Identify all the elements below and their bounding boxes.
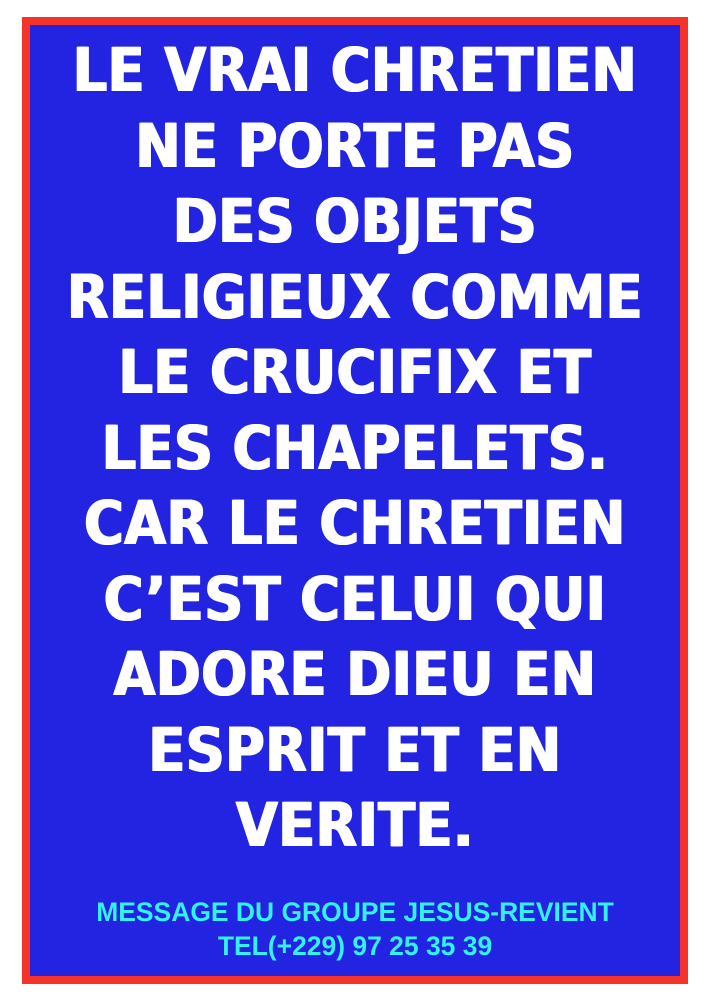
message-line-8: C’EST CELUI QUI <box>103 563 607 635</box>
message-line-5: LE CRUCIFIX ET <box>118 337 592 408</box>
message-line-4: RELIGIEUX COMME <box>67 261 643 333</box>
message-line-9: ADORE DIEU EN <box>113 639 597 710</box>
message-line-2: NE PORTE PAS <box>135 110 575 182</box>
poster-panel: LE VRAI CHRETIEN NE PORTE PAS DES OBJETS… <box>30 25 680 976</box>
message-line-7: CAR LE CHRETIEN <box>84 488 626 559</box>
message-line-11: VERITE. <box>235 790 475 861</box>
message-line-1: LE VRAI CHRETIEN <box>72 35 638 106</box>
poster-frame: LE VRAI CHRETIEN NE PORTE PAS DES OBJETS… <box>22 17 688 984</box>
message-line-6: LES CHAPELETS. <box>101 412 609 484</box>
main-message: LE VRAI CHRETIEN NE PORTE PAS DES OBJETS… <box>30 33 680 864</box>
group-credit: MESSAGE DU GROUPE JESUS-REVIENT <box>96 897 614 927</box>
phone-number: TEL(+229) 97 25 35 39 <box>217 931 493 961</box>
message-line-10: ESPRIT ET EN <box>148 714 562 786</box>
poster-footer: MESSAGE DU GROUPE JESUS-REVIENT TEL(+229… <box>30 895 680 963</box>
message-line-3: DES OBJETS <box>172 186 538 257</box>
